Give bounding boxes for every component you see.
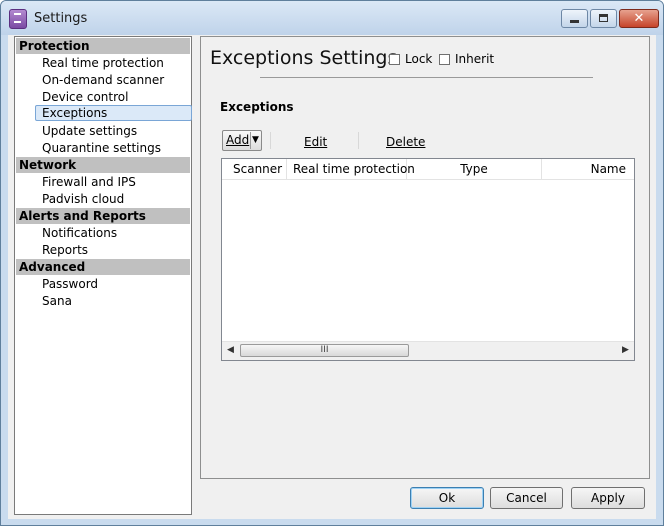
split-divider — [250, 132, 251, 149]
dialog-body: Protection Real time protection On-deman… — [8, 35, 656, 519]
sidebar-item-password[interactable]: Password — [40, 276, 98, 292]
minimize-button[interactable] — [561, 9, 588, 28]
delete-button[interactable]: Delete — [386, 135, 425, 149]
toolbar-separator — [270, 132, 271, 149]
ok-button[interactable]: Ok — [410, 487, 484, 509]
sidebar-item-device-control[interactable]: Device control — [40, 89, 128, 105]
sidebar-item-reports[interactable]: Reports — [40, 242, 88, 258]
maximize-button[interactable] — [590, 9, 617, 28]
edit-button[interactable]: Edit — [304, 135, 327, 149]
group-header-protection: Protection — [16, 38, 190, 54]
chevron-down-icon[interactable]: ▼ — [252, 135, 259, 145]
sidebar-item-quarantine-settings[interactable]: Quarantine settings — [40, 140, 161, 156]
minimize-icon — [570, 20, 579, 23]
sidebar-item-padvish-cloud[interactable]: Padvish cloud — [40, 191, 124, 207]
column-header-real-time-protection[interactable]: Real time protection — [287, 159, 415, 179]
lock-label: Lock — [405, 52, 433, 66]
sidebar-item-notifications[interactable]: Notifications — [40, 225, 117, 241]
cancel-button[interactable]: Cancel — [490, 487, 563, 509]
inherit-checkbox[interactable]: Inherit — [439, 52, 494, 66]
title-bar[interactable]: Settings ✕ — [1, 1, 663, 35]
close-icon: ✕ — [633, 11, 645, 26]
horizontal-scrollbar[interactable]: ◀ III ▶ — [222, 341, 634, 360]
scroll-left-icon[interactable]: ◀ — [227, 345, 234, 355]
column-header-name[interactable]: Name — [542, 159, 634, 179]
settings-sidebar: Protection Real time protection On-deman… — [14, 36, 192, 515]
settings-app-icon — [9, 9, 27, 29]
sidebar-item-update-settings[interactable]: Update settings — [40, 123, 137, 139]
lock-checkbox-box[interactable] — [389, 53, 400, 65]
group-header-network: Network — [16, 157, 190, 173]
close-button[interactable]: ✕ — [619, 9, 659, 28]
sidebar-item-real-time-protection[interactable]: Real time protection — [40, 55, 164, 71]
sidebar-item-exceptions[interactable]: Exceptions — [35, 105, 192, 121]
lock-checkbox[interactable]: Lock — [389, 52, 432, 66]
group-header-alerts-and-reports: Alerts and Reports — [16, 208, 190, 224]
title-divider — [260, 77, 593, 78]
window-title: Settings — [34, 11, 88, 26]
sidebar-item-firewall-and-ips[interactable]: Firewall and IPS — [40, 174, 136, 190]
toolbar-separator — [358, 132, 359, 149]
exceptions-section-title: Exceptions — [220, 100, 294, 114]
add-button[interactable]: Add — [226, 133, 249, 147]
page-title: Exceptions Settings — [210, 47, 398, 69]
table-header: Scanner Real time protection Type Name — [222, 159, 634, 180]
column-header-scanner[interactable]: Scanner — [222, 159, 287, 179]
apply-button[interactable]: Apply — [571, 487, 645, 509]
settings-content-panel: Exceptions Settings Lock Inherit Excepti… — [200, 36, 650, 479]
inherit-checkbox-box[interactable] — [439, 53, 450, 65]
settings-window: Settings ✕ Protection Real time protecti… — [0, 0, 664, 526]
exceptions-table[interactable]: Scanner Real time protection Type Name ◀… — [221, 158, 635, 361]
sidebar-item-on-demand-scanner[interactable]: On-demand scanner — [40, 72, 164, 88]
scrollbar-thumb[interactable]: III — [240, 344, 409, 357]
add-split-button[interactable]: Add ▼ — [222, 130, 262, 151]
scroll-right-icon[interactable]: ▶ — [622, 345, 629, 355]
sidebar-item-sana[interactable]: Sana — [40, 293, 72, 309]
inherit-label: Inherit — [455, 52, 495, 66]
column-header-type[interactable]: Type — [407, 159, 542, 179]
maximize-icon — [599, 14, 608, 22]
group-header-advanced: Advanced — [16, 259, 190, 275]
